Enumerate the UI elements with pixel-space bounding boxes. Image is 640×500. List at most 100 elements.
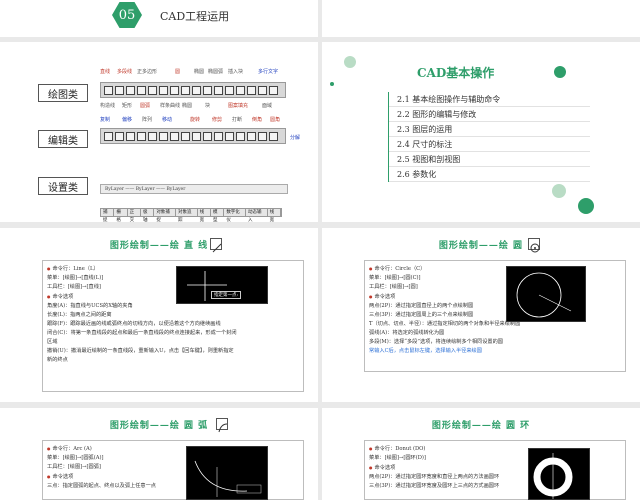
toc-item[interactable]: 2.5 视图和剖视图 <box>389 152 590 167</box>
erase-tool-icon[interactable] <box>104 131 113 141</box>
mirror-tool-icon[interactable] <box>126 131 135 141</box>
move-tool-icon[interactable] <box>159 131 168 141</box>
label-edit-trim: 修剪 <box>212 117 223 123</box>
label-edit-array: 阵列 <box>142 117 153 123</box>
slide-header-right <box>322 0 640 37</box>
status-tab-model[interactable]: 模型 <box>211 209 225 222</box>
category-edit: 编辑类 <box>38 130 88 148</box>
label-line: 直线 <box>100 69 111 75</box>
label-arc: 圆弧 <box>140 103 151 109</box>
toc-item[interactable]: 2.6 参数化 <box>389 167 590 182</box>
line-tool-icon <box>210 238 222 253</box>
label-insert-block: 插入块 <box>228 69 244 75</box>
trim-tool-icon[interactable] <box>203 131 212 141</box>
explode-tool-icon[interactable] <box>269 131 278 141</box>
decor-dot <box>554 66 566 78</box>
command-prompt: 指定第一点: <box>211 291 242 299</box>
text-line: 新的终点 <box>47 357 68 363</box>
rectangle-tool-icon[interactable] <box>148 85 157 95</box>
cad-preview <box>506 266 586 322</box>
region-tool-icon[interactable] <box>258 85 267 95</box>
label-edit-break: 打断 <box>232 117 243 123</box>
toc-item[interactable]: 2.3 图层的运用 <box>389 122 590 137</box>
label-xline: 构造线 <box>100 103 116 109</box>
circle-tool-icon[interactable] <box>170 85 179 95</box>
status-tab-lwt[interactable]: 线宽 <box>268 209 281 222</box>
hatch-tool-icon[interactable] <box>247 85 256 95</box>
draw-toolbar[interactable] <box>100 82 286 98</box>
label-mtext: 多行文字 <box>258 69 279 75</box>
insert-block-tool-icon[interactable] <box>214 85 223 95</box>
arc-tool-icon <box>216 418 228 433</box>
text-line: 区域 <box>47 339 58 345</box>
status-tab-polar[interactable]: 极轴 <box>141 209 155 222</box>
status-bar: 捕捉 栅格 正交 极轴 对象捕捉 对象追踪 线宽 模型 数字化仪 动态输入 线宽 <box>100 208 282 222</box>
slide-header-left: 05 CAD工程运用 <box>0 0 318 37</box>
fillet-tool-icon[interactable] <box>258 131 267 141</box>
toc-list: 2.1 基本绘图操作与辅助命令 2.2 图形的编辑与修改 2.3 图层的运用 2… <box>388 92 590 182</box>
label-edit-copy: 复制 <box>100 117 111 123</box>
extend-tool-icon[interactable] <box>214 131 223 141</box>
ellipse-arc-tool-icon[interactable] <box>203 85 212 95</box>
line-tool-icon[interactable] <box>104 85 113 95</box>
spline-tool-icon[interactable] <box>181 85 190 95</box>
offset-tool-icon[interactable] <box>137 131 146 141</box>
status-tab-lineweight[interactable]: 线宽 <box>198 209 211 222</box>
label-hatch: 图案填充 <box>228 103 249 109</box>
text-line: 弧线(A)：将选定的弧线转化为圆 <box>369 330 445 336</box>
section-heading: 图形绘制——绘 圆 弧 <box>109 421 209 431</box>
decor-dot <box>330 82 334 86</box>
label-rectangle: 矩形 <box>122 103 133 109</box>
array-tool-icon[interactable] <box>148 131 157 141</box>
status-tab-tablet[interactable]: 数字化仪 <box>224 209 246 222</box>
cad-preview <box>186 446 268 500</box>
label-edit-explode: 分解 <box>290 135 301 141</box>
status-tab-otrack[interactable]: 对象追踪 <box>176 209 198 222</box>
rotate-tool-icon[interactable] <box>170 131 179 141</box>
slide-arc: 图形绘制——绘 圆 弧 命令行：Arc (A) 菜单：[绘图]→[圆弧(A)] … <box>0 408 318 500</box>
edit-toolbar[interactable] <box>100 128 286 144</box>
label-region: 面域 <box>262 103 273 109</box>
status-tab-snap[interactable]: 捕捉 <box>101 209 115 222</box>
label-polyline: 多段线 <box>117 69 133 75</box>
decor-dot <box>344 56 356 68</box>
label-circle: 圆 <box>175 69 181 75</box>
polygon-tool-icon[interactable] <box>137 85 146 95</box>
copy-tool-icon[interactable] <box>115 131 124 141</box>
label-edit-move: 移动 <box>162 117 173 123</box>
text-line: 常输入C后，点击鼠标左键，选择输入半径来绘圆 <box>369 348 482 354</box>
slide-line: 图形绘制——绘 直 线 命令行：Line（L） 菜单：[绘图]→[直线(L)] … <box>0 228 318 402</box>
stretch-tool-icon[interactable] <box>192 131 201 141</box>
section-heading: 图形绘制——绘 圆 <box>438 241 524 251</box>
join-tool-icon[interactable] <box>236 131 245 141</box>
category-settings: 设置类 <box>38 177 88 195</box>
make-block-tool-icon[interactable] <box>225 85 234 95</box>
arc-tool-icon[interactable] <box>159 85 168 95</box>
toc-item[interactable]: 2.2 图形的编辑与修改 <box>389 107 590 122</box>
text-line: 长度(L)：指两点之间的距离 <box>47 312 112 318</box>
properties-bar[interactable]: ByLayer —— ByLayer —— ByLayer <box>100 184 288 194</box>
section-heading: 图形绘制——绘 圆 环 <box>431 421 531 431</box>
text-line: 撤销(U)：撤消最近绘制的一条直线段，重新输入U，点击【回车键】，则重新指定 <box>47 348 234 354</box>
status-tab-ortho[interactable]: 正交 <box>128 209 141 222</box>
status-tab-osnap[interactable]: 对象捕捉 <box>154 209 176 222</box>
circle-tool-icon <box>528 238 540 253</box>
decor-dot <box>578 198 594 214</box>
status-tab-dyn[interactable]: 动态输入 <box>246 209 268 222</box>
label-ellipse-arc: 椭圆弧 <box>208 69 224 75</box>
toc-item[interactable]: 2.1 基本绘图操作与辅助命令 <box>389 92 590 107</box>
status-tab-grid[interactable]: 栅格 <box>114 209 128 222</box>
chamfer-tool-icon[interactable] <box>247 131 256 141</box>
ellipse-tool-icon[interactable] <box>192 85 201 95</box>
point-tool-icon[interactable] <box>236 85 245 95</box>
cad-preview: 指定第一点: <box>176 266 268 304</box>
polyline-tool-icon[interactable] <box>126 85 135 95</box>
slide-toolbars: 绘图类 编辑类 设置类 直线 多段线 正多边形 圆 椭圆 椭圆弧 插入块 多行文… <box>0 42 318 222</box>
break-tool-icon[interactable] <box>225 131 234 141</box>
toc-title: CAD基本操作 <box>417 66 495 80</box>
label-block: 块 <box>205 103 211 109</box>
scale-tool-icon[interactable] <box>181 131 190 141</box>
xline-tool-icon[interactable] <box>115 85 124 95</box>
toc-item[interactable]: 2.4 尺寸的标注 <box>389 137 590 152</box>
mtext-tool-icon[interactable] <box>269 85 278 95</box>
